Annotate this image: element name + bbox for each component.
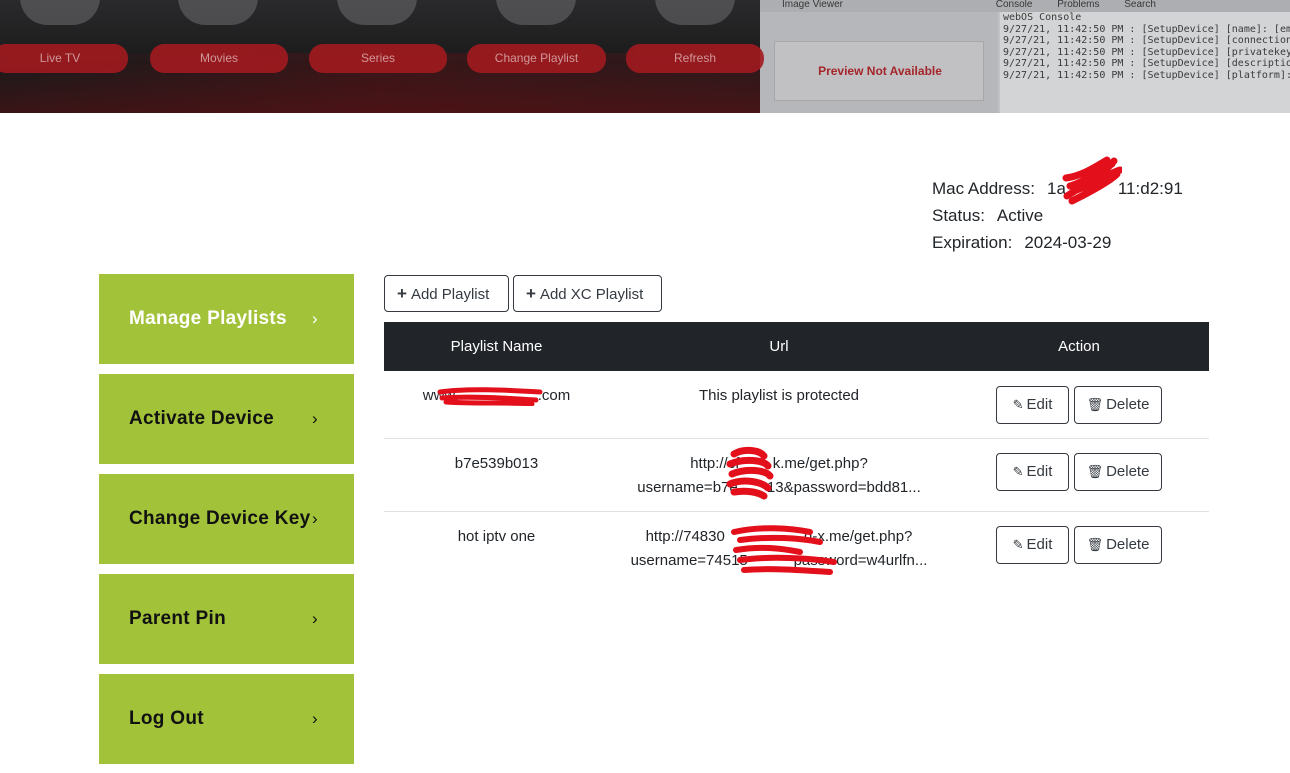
url-line: This playlist is protected xyxy=(698,387,860,404)
url-line: http://74830 d-x.me/get.php? xyxy=(645,528,913,545)
console-line: 9/27/21, 11:42:50 PM : [SetupDevice] [de… xyxy=(1003,58,1290,69)
series-icon xyxy=(337,0,417,25)
status-value: Active xyxy=(996,206,1044,225)
ide-panels: Image Viewer Console Problems Search Pre… xyxy=(760,0,1290,113)
image-viewer-panel: Preview Not Available xyxy=(760,12,998,113)
ide-tab: Search xyxy=(1124,0,1156,10)
preview-not-available: Preview Not Available xyxy=(818,64,942,78)
trash-icon: 🗑 xyxy=(1086,464,1104,479)
console-line: 9/27/21, 11:42:50 PM : [SetupDevice] [pr… xyxy=(1003,46,1290,58)
delete-button[interactable]: 🗑 Delete xyxy=(1074,453,1162,491)
playlist-icon xyxy=(496,0,576,25)
edit-label: Edit xyxy=(1026,536,1053,553)
console-output: webOS Console 9/27/21, 11:42:50 PM : [Se… xyxy=(1000,12,1290,113)
table-header: Playlist Name Url Action xyxy=(384,322,1209,371)
sidebar-item-label: Change Device Key xyxy=(129,508,311,529)
url-line: http://cf k.me/get.php? xyxy=(690,455,868,472)
add-playlist-button[interactable]: + Add Playlist xyxy=(384,275,509,312)
expiration-value: 2024-03-29 xyxy=(1024,233,1112,252)
mac-address-row: Mac Address: 1a 11:d2:91 xyxy=(932,175,1183,202)
expiration-row: Expiration: 2024-03-29 xyxy=(932,229,1183,256)
trash-icon: 🗑 xyxy=(1086,397,1104,412)
chevron-right-icon: › xyxy=(312,509,318,528)
delete-button[interactable]: 🗑 Delete xyxy=(1074,526,1162,564)
trash-icon: 🗑 xyxy=(1086,537,1104,552)
table-row: b7e539b013 http://cf k.me/get.php? usern… xyxy=(384,439,1209,512)
table-row: hot iptv one http://74830 d-x.me/get.php… xyxy=(384,512,1209,585)
console-line: 9/27/21, 11:42:50 PM : [SetupDevice] [na… xyxy=(1003,23,1290,35)
device-info: Mac Address: 1a 11:d2:91 Status: Active Ex… xyxy=(932,175,1183,256)
sidebar-item-label: Parent Pin xyxy=(129,608,226,629)
add-xc-playlist-button[interactable]: + Add XC Playlist xyxy=(513,275,662,312)
mac-address-label: Mac Address: xyxy=(932,179,1035,198)
url-line: username=74515 password=w4urlfn... xyxy=(630,552,928,569)
playlist-name-cell: b7e539b013 xyxy=(454,455,539,472)
url-cell: This playlist is protected xyxy=(609,384,949,408)
tile-change-playlist: Change Playlist xyxy=(467,44,606,73)
edit-icon: ✎ xyxy=(1012,537,1024,552)
status-label: Status: xyxy=(932,206,985,225)
refresh-icon xyxy=(655,0,735,25)
edit-label: Edit xyxy=(1026,396,1053,413)
top-banner-screenshot: Live TV Movies Series Change Playlist Re… xyxy=(0,0,1290,113)
movies-icon xyxy=(178,0,258,25)
chevron-right-icon: › xyxy=(312,709,318,728)
playlists-table: Playlist Name Url Action www. .com This … xyxy=(384,322,1209,585)
sidebar-item-label: Manage Playlists xyxy=(129,308,287,329)
tile-movies: Movies xyxy=(150,44,288,73)
sidebar-item-log-out[interactable]: Log Out › xyxy=(99,674,354,764)
console-line: 9/27/21, 11:42:50 PM : [SetupDevice] [co… xyxy=(1003,35,1290,46)
console-title: webOS Console xyxy=(1003,12,1082,23)
column-header-action: Action xyxy=(1058,338,1100,355)
add-playlist-label: Add Playlist xyxy=(410,286,490,303)
playlist-name-cell: hot iptv one xyxy=(457,528,536,545)
ide-tab: Image Viewer xyxy=(782,0,843,10)
column-header-url: Url xyxy=(769,338,789,355)
delete-label: Delete xyxy=(1106,463,1150,480)
edit-icon: ✎ xyxy=(1012,397,1024,412)
edit-label: Edit xyxy=(1026,463,1053,480)
edit-icon: ✎ xyxy=(1012,464,1024,479)
sidebar-item-manage-playlists[interactable]: Manage Playlists › xyxy=(99,274,354,364)
tile-refresh: Refresh xyxy=(626,44,764,73)
delete-label: Delete xyxy=(1106,536,1150,553)
delete-button[interactable]: 🗑 Delete xyxy=(1074,386,1162,424)
preview-box: Preview Not Available xyxy=(774,41,984,101)
tv-icon xyxy=(20,0,100,25)
sidebar-item-activate-device[interactable]: Activate Device › xyxy=(99,374,354,464)
column-header-playlist-name: Playlist Name xyxy=(450,338,543,355)
tile-series: Series xyxy=(309,44,447,73)
delete-label: Delete xyxy=(1106,396,1150,413)
url-line: username=b7e 13&password=bdd81... xyxy=(637,479,921,496)
playlist-name-cell: www. .com xyxy=(422,387,571,404)
chevron-right-icon: › xyxy=(312,609,318,628)
url-cell: http://cf k.me/get.php? username=b7e 13&… xyxy=(609,452,949,500)
plus-icon: + xyxy=(526,284,536,303)
mac-address-value: 1a 11:d2:91 xyxy=(1047,179,1183,198)
sidebar-item-label: Log Out xyxy=(129,708,204,729)
chevron-right-icon: › xyxy=(312,309,318,328)
status-row: Status: Active xyxy=(932,202,1183,229)
edit-button[interactable]: ✎ Edit xyxy=(996,453,1069,491)
add-xc-playlist-label: Add XC Playlist xyxy=(539,286,644,303)
expiration-label: Expiration: xyxy=(932,233,1013,252)
tile-live-tv: Live TV xyxy=(0,44,128,73)
edit-button[interactable]: ✎ Edit xyxy=(996,526,1069,564)
console-line: 9/27/21, 11:42:50 PM : [SetupDevice] [pl… xyxy=(1003,69,1290,81)
sidebar-item-change-device-key[interactable]: Change Device Key › xyxy=(99,474,354,564)
sidebar-item-label: Activate Device xyxy=(129,408,274,429)
table-row: www. .com This playlist is protected ✎ Ed… xyxy=(384,371,1209,439)
edit-button[interactable]: ✎ Edit xyxy=(996,386,1069,424)
ide-tab: Console xyxy=(995,0,1033,10)
ide-tab-bar: Image Viewer Console Problems Search xyxy=(760,0,1290,12)
app-preview-strip: Live TV Movies Series Change Playlist Re… xyxy=(0,0,764,113)
url-cell: http://74830 d-x.me/get.php? username=74… xyxy=(609,525,949,573)
sidebar-item-parent-pin[interactable]: Parent Pin › xyxy=(99,574,354,664)
chevron-right-icon: › xyxy=(312,409,318,428)
plus-icon: + xyxy=(397,284,407,303)
ide-tab: Problems xyxy=(1057,0,1100,10)
